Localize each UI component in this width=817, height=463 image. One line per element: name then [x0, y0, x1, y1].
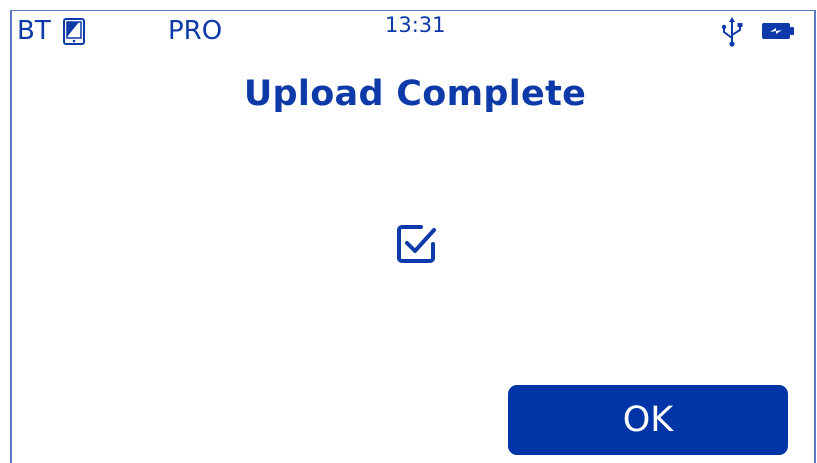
device-screen: BT PRO 13:31 Upload Complete OK — [10, 10, 816, 463]
battery-charging-icon — [761, 21, 795, 41]
checkbox-checked-icon — [395, 222, 439, 266]
dialog-title: Upload Complete — [243, 74, 587, 114]
tablet-icon — [63, 18, 85, 45]
usb-icon — [720, 17, 744, 47]
ok-button[interactable]: OK — [508, 385, 788, 455]
clock: 13:31 — [385, 13, 446, 37]
status-bar: BT PRO 13:31 — [12, 11, 814, 51]
mode-label: PRO — [168, 16, 223, 46]
bluetooth-label: BT — [17, 16, 51, 46]
